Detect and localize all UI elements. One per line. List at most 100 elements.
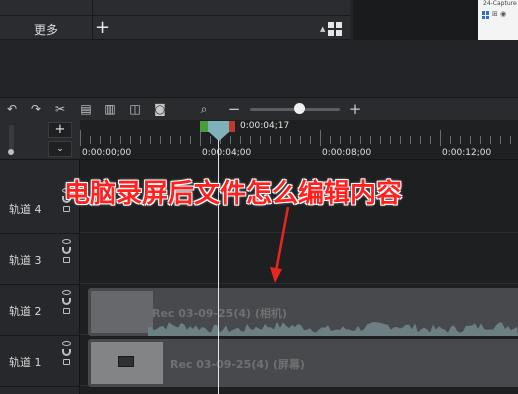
ruler-label: 0:00:04;00 bbox=[202, 148, 252, 158]
ruler-tick bbox=[350, 136, 351, 144]
ruler-tick bbox=[500, 136, 501, 144]
thumbnail-title: 24-Capture bbox=[483, 0, 517, 7]
eye-icon[interactable] bbox=[61, 341, 71, 346]
camera-clip[interactable]: Rec 03-09-25(4) (相机) bbox=[88, 288, 518, 336]
ruler-tick bbox=[470, 136, 471, 144]
ruler-tick bbox=[390, 136, 391, 144]
ruler-tick bbox=[250, 136, 251, 144]
view-toggle[interactable]: ▲ bbox=[320, 19, 350, 39]
lock-icon[interactable] bbox=[62, 308, 70, 314]
top-panel: 更多 + ▲ 24-Capture ⊞ ◉ bbox=[0, 0, 518, 97]
ruler-tick bbox=[230, 136, 231, 144]
add-button[interactable]: + bbox=[95, 19, 110, 37]
split-icon[interactable]: ◫ bbox=[127, 101, 143, 117]
ruler-tick bbox=[510, 136, 511, 144]
magnet-icon[interactable] bbox=[61, 298, 71, 305]
ruler-tick bbox=[310, 136, 311, 144]
monitor-icon bbox=[118, 356, 134, 367]
ruler-tick bbox=[360, 136, 361, 144]
track-row-2[interactable]: Rec 03-09-25(4) (相机) bbox=[80, 284, 518, 336]
eye-icon[interactable] bbox=[61, 290, 71, 295]
ruler-tick bbox=[320, 130, 321, 146]
track-header-2[interactable]: 轨道 2 bbox=[0, 285, 80, 336]
ruler-tick bbox=[240, 136, 241, 144]
ruler-tick bbox=[430, 136, 431, 144]
ruler-label: 0:00:00;00 bbox=[82, 148, 132, 158]
ruler-tick bbox=[110, 136, 111, 144]
ruler-tick bbox=[260, 136, 261, 144]
ruler-tick bbox=[450, 136, 451, 144]
cut-icon[interactable]: ✂ bbox=[52, 101, 68, 117]
track-controls: + ⌄ bbox=[0, 120, 80, 160]
zoom-icon[interactable]: ⌕ bbox=[196, 101, 212, 117]
lock-icon[interactable] bbox=[62, 257, 70, 263]
track-header-3[interactable]: 轨道 3 bbox=[0, 234, 80, 285]
ruler-tick bbox=[100, 136, 101, 144]
ruler-tick bbox=[270, 136, 271, 144]
ruler-tick bbox=[340, 136, 341, 144]
ruler-tick bbox=[380, 136, 381, 144]
grid-view-icon[interactable] bbox=[328, 22, 343, 36]
zoom-out-button[interactable]: − bbox=[226, 101, 242, 117]
add-track-button[interactable]: + bbox=[48, 122, 72, 138]
collapse-button[interactable]: ⌄ bbox=[48, 141, 72, 157]
undo-icon[interactable]: ↶ bbox=[4, 101, 20, 117]
more-button[interactable]: 更多 bbox=[34, 21, 58, 38]
selection-start-handle[interactable] bbox=[200, 121, 208, 132]
ruler-tick bbox=[80, 130, 81, 146]
lock-icon[interactable] bbox=[62, 359, 70, 365]
menu-icon: ⊞ ◉ bbox=[492, 10, 507, 18]
ruler-tick bbox=[480, 136, 481, 144]
ruler-tick bbox=[90, 136, 91, 144]
time-ruler[interactable]: 0:00:00;00 0:00:04;00 0:00:08;00 0:00:12… bbox=[80, 120, 518, 160]
copy-icon[interactable]: ▤ bbox=[78, 101, 94, 117]
ruler-tick bbox=[330, 136, 331, 144]
ruler-tick bbox=[170, 136, 171, 144]
playhead-time: 0:00:04;17 bbox=[240, 121, 290, 131]
ruler-tick bbox=[420, 136, 421, 144]
ruler-tick bbox=[130, 136, 131, 144]
ruler-tick bbox=[140, 136, 141, 144]
ruler-tick bbox=[440, 130, 441, 146]
track-header-1[interactable]: 轨道 1 bbox=[0, 336, 80, 387]
overlay-title: 电脑录屏后文件怎么编辑内容 bbox=[64, 179, 403, 209]
redo-icon[interactable]: ↷ bbox=[28, 101, 44, 117]
track-row-3[interactable] bbox=[80, 233, 518, 284]
ruler-label: 0:00:12;00 bbox=[442, 148, 492, 158]
ruler-tick bbox=[200, 130, 201, 146]
ruler-tick bbox=[290, 136, 291, 144]
track-name: 轨道 1 bbox=[9, 356, 42, 369]
magnet-icon[interactable] bbox=[61, 349, 71, 356]
ruler-tick bbox=[490, 136, 491, 144]
playhead-handle[interactable] bbox=[208, 121, 229, 132]
ruler-tick bbox=[370, 136, 371, 144]
track-height-handle[interactable] bbox=[8, 149, 14, 155]
playhead-pointer[interactable] bbox=[209, 132, 229, 141]
media-bin-header: 更多 + ▲ bbox=[0, 0, 350, 40]
audio-waveform bbox=[148, 321, 518, 336]
snapshot-icon[interactable]: ◙ bbox=[152, 101, 168, 117]
zoom-in-button[interactable]: + bbox=[347, 101, 363, 117]
clip-label: Rec 03-09-25(4) (屏幕) bbox=[170, 358, 305, 371]
ruler-tick bbox=[280, 136, 281, 144]
ruler-tick bbox=[160, 136, 161, 144]
track-name: 轨道 2 bbox=[9, 305, 42, 318]
ruler-label: 0:00:08;00 bbox=[322, 148, 372, 158]
track-name: 轨道 4 bbox=[9, 203, 42, 216]
zoom-slider-handle[interactable] bbox=[294, 103, 305, 114]
ruler-tick bbox=[460, 136, 461, 144]
selection-end-handle[interactable] bbox=[229, 121, 235, 132]
paste-icon[interactable]: ▥ bbox=[102, 101, 118, 117]
caret-up-icon: ▲ bbox=[320, 25, 326, 33]
eye-icon[interactable] bbox=[61, 239, 71, 244]
clip-thumbnail bbox=[91, 342, 163, 384]
magnet-icon[interactable] bbox=[61, 247, 71, 254]
track-headers: + ⌄ 轨道 4 轨道 3 轨道 2 轨道 1 bbox=[0, 120, 80, 394]
screen-clip[interactable]: Rec 03-09-25(4) (屏幕) bbox=[88, 339, 518, 387]
ruler-tick bbox=[190, 136, 191, 144]
ruler-tick bbox=[410, 136, 411, 144]
windows-logo-icon bbox=[482, 11, 490, 19]
ruler-tick bbox=[300, 136, 301, 144]
ruler-tick bbox=[400, 136, 401, 144]
track-row-1[interactable]: Rec 03-09-25(4) (屏幕) bbox=[80, 335, 518, 387]
